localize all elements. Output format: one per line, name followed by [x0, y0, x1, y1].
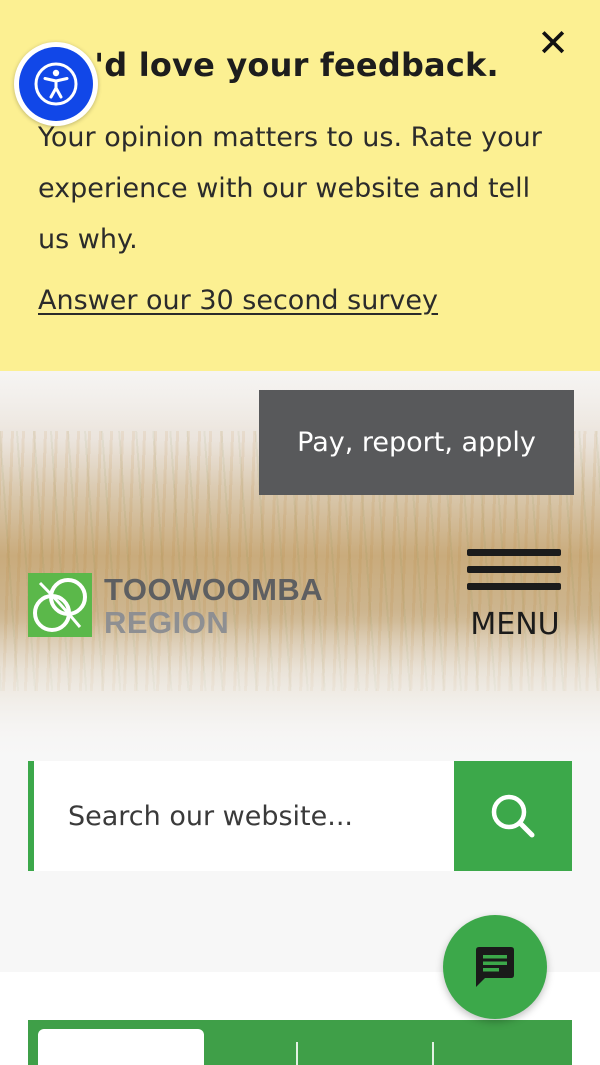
- pay-report-apply-button[interactable]: Pay, report, apply: [259, 390, 574, 495]
- search-button[interactable]: [454, 761, 572, 871]
- site-header: Pay, report, apply TOOWOOMBA REGION MENU: [0, 371, 600, 756]
- feedback-title: We'd love your feedback.: [38, 46, 499, 84]
- hamburger-icon: [467, 549, 561, 556]
- tab-1[interactable]: [38, 1029, 204, 1065]
- logo-text-line1: TOOWOOMBA: [104, 572, 324, 607]
- accessibility-person-icon: [19, 47, 93, 121]
- survey-link[interactable]: Answer our 30 second survey: [38, 285, 438, 316]
- close-icon[interactable]: ✕: [532, 22, 574, 64]
- logo-mark-icon: [28, 573, 92, 637]
- menu-label: MENU: [470, 607, 560, 642]
- logo-text-line2: REGION: [104, 605, 230, 640]
- tab-3[interactable]: [434, 1029, 572, 1065]
- site-logo[interactable]: TOOWOOMBA REGION: [28, 572, 368, 640]
- chat-icon: [476, 947, 514, 987]
- tab-2[interactable]: [298, 1029, 432, 1065]
- accessibility-button[interactable]: [14, 42, 98, 126]
- tabs-bar: [28, 1020, 572, 1065]
- feedback-body: Your opinion matters to us. Rate your ex…: [38, 122, 542, 255]
- menu-button[interactable]: MENU: [462, 547, 568, 647]
- search-input[interactable]: [68, 761, 448, 871]
- search-box: [28, 761, 454, 871]
- chat-button[interactable]: [443, 915, 547, 1019]
- feedback-banner: We'd love your feedback. ✕ Your opinion …: [0, 0, 600, 371]
- search-icon: [491, 794, 535, 838]
